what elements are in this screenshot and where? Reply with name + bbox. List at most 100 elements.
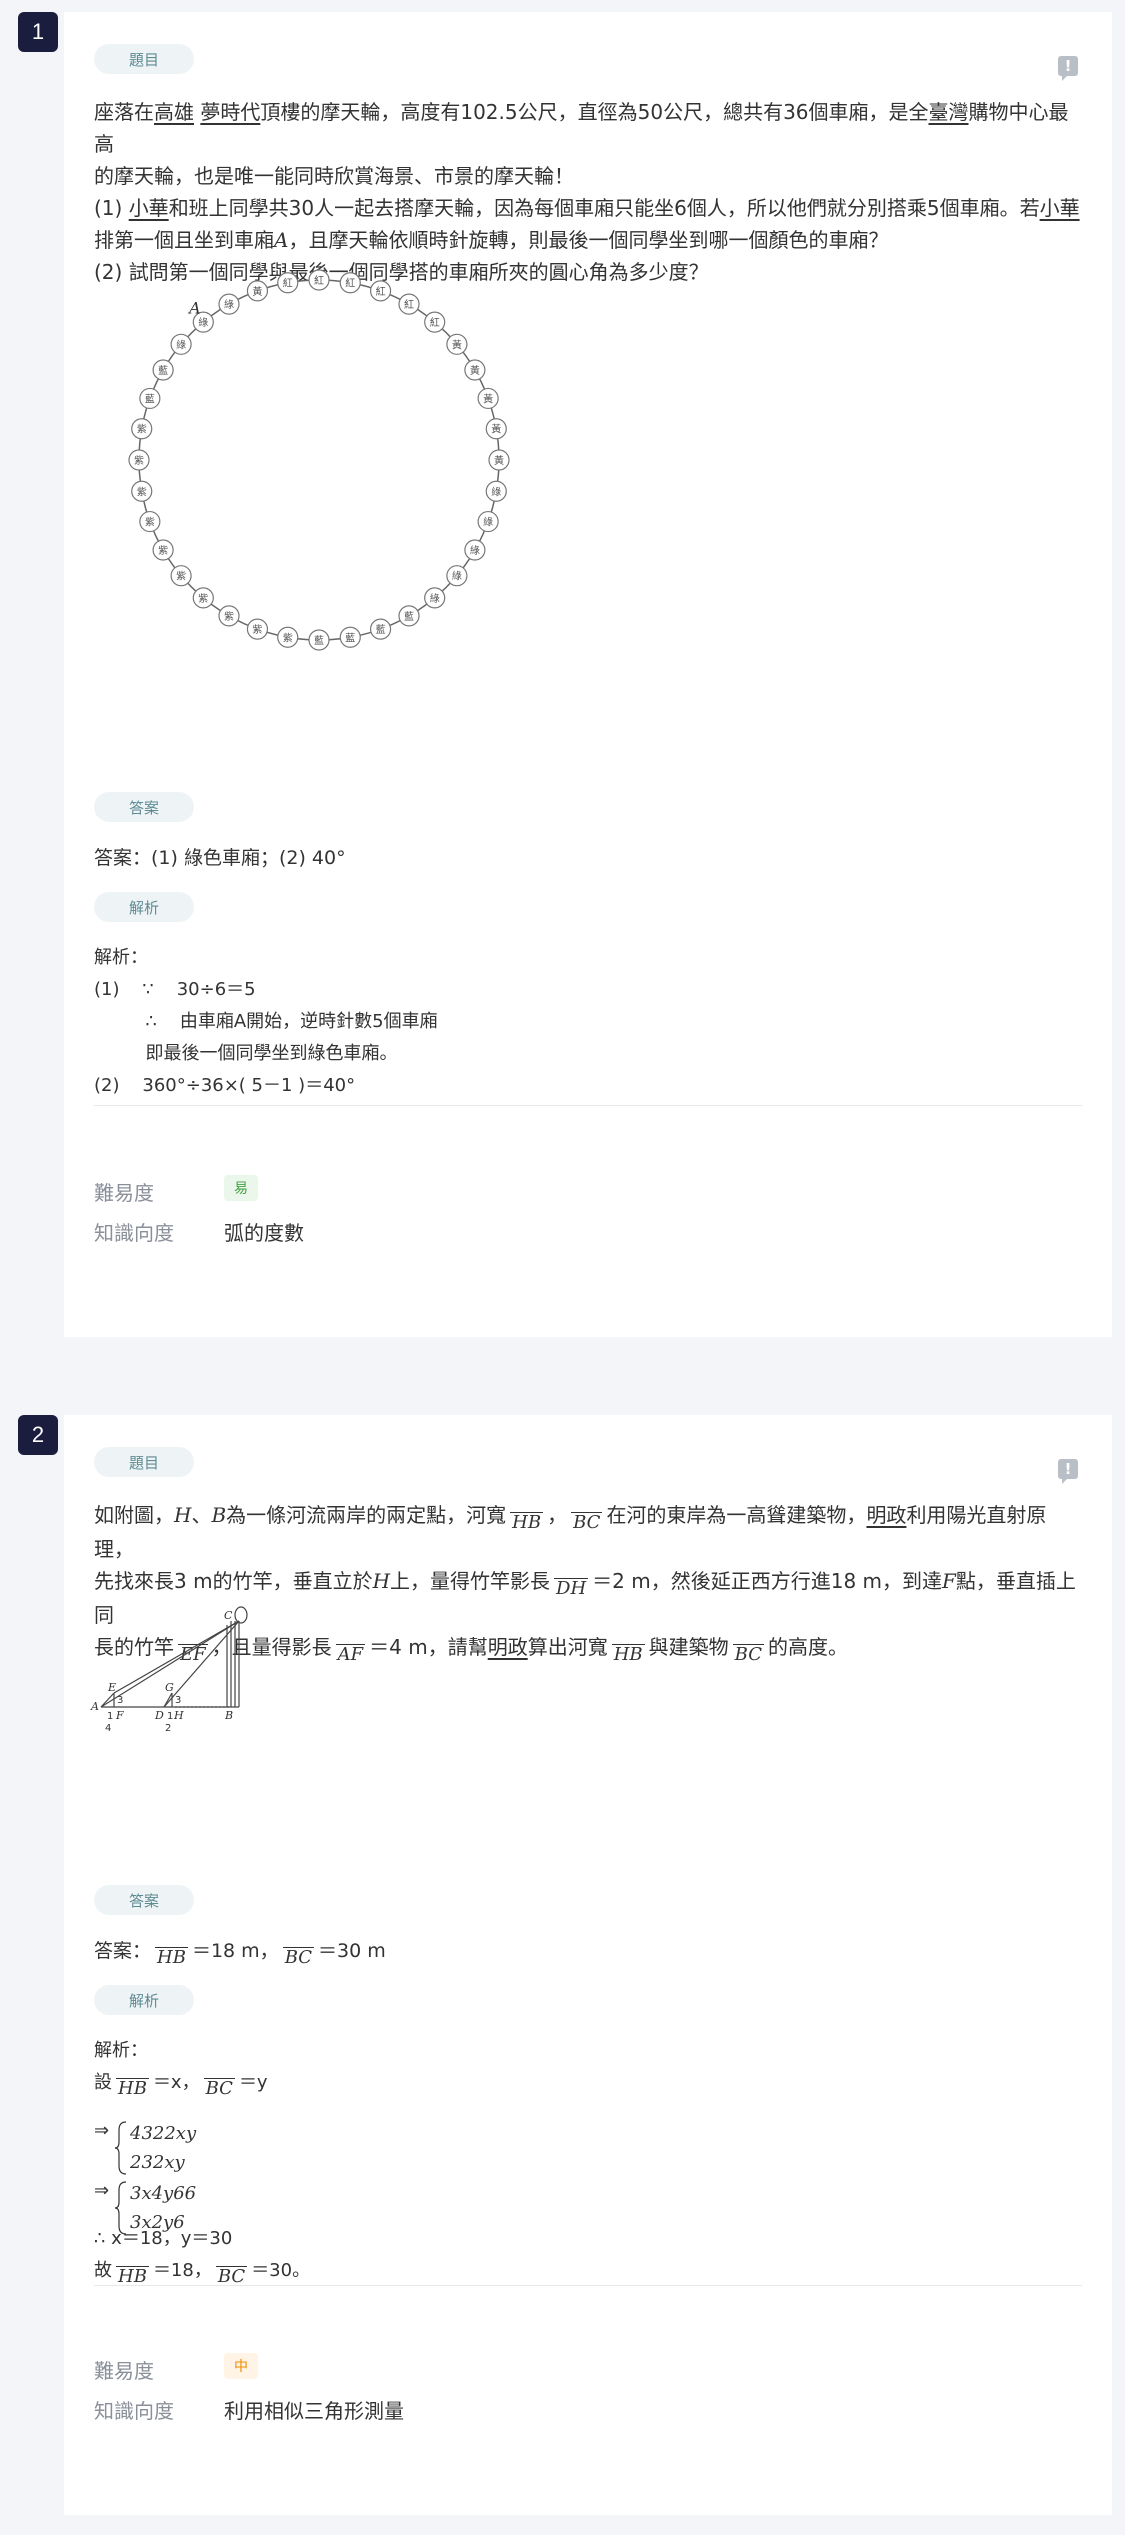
- point-e-label: E: [107, 1681, 116, 1694]
- cabin-color-label: 紅: [283, 278, 293, 290]
- knowledge-label: 知識向度: [94, 1221, 174, 1245]
- length-1-label: 1: [107, 1711, 113, 1722]
- ferris-cabin: 紫: [277, 626, 299, 648]
- cabin-color-label: 紫: [145, 517, 155, 529]
- ferris-cabin: 藍: [398, 605, 420, 627]
- cabin-color-label: 紫: [158, 545, 168, 557]
- ferris-cabin: 綠: [477, 510, 499, 533]
- report-icon[interactable]: !: [1058, 56, 1078, 81]
- question-tag: 題目: [94, 1447, 194, 1477]
- ferris-cabin: 紫: [131, 480, 153, 502]
- point-g-label: G: [165, 1681, 174, 1694]
- ferris-cabin: 黃: [446, 333, 468, 355]
- cabin-color-label: 藍: [404, 610, 414, 623]
- difficulty-label: 難易度: [94, 1181, 154, 1205]
- cabin-color-label: 綠: [224, 299, 234, 311]
- cabin-color-label: 紫: [224, 611, 234, 623]
- ferris-cabin: 綠: [464, 539, 486, 561]
- cabin-color-label: 黃: [494, 454, 504, 467]
- point-b-label: B: [224, 1709, 233, 1722]
- ferris-cabin: 藍: [339, 626, 361, 648]
- ferris-cabin: 綠: [218, 293, 240, 315]
- knowledge-label: 知識向度: [94, 2399, 174, 2423]
- length-3-label: 3: [175, 1695, 181, 1706]
- difficulty-badge: 易: [224, 1175, 258, 1201]
- cabin-color-label: 黃: [252, 285, 262, 298]
- cabin-color-label: 紫: [283, 632, 293, 644]
- point-a-label: A: [90, 1700, 99, 1713]
- ferris-cabin: 藍: [308, 629, 330, 651]
- cabin-color-label: 紅: [314, 275, 324, 287]
- ferris-cabin: 紫: [139, 510, 161, 533]
- ferris-cabin: 黃: [464, 359, 486, 381]
- cabin-color-label: 紫: [137, 424, 147, 436]
- cabin-color-label: 紅: [376, 286, 386, 298]
- analysis-content: 解析： 設 HB ＝x， BC ＝y: [94, 2040, 268, 2099]
- divider: [94, 1105, 1082, 1106]
- cabin-color-label: 綠: [491, 486, 501, 498]
- difficulty-badge: 中: [224, 2353, 258, 2379]
- cabin-color-label: 紫: [252, 624, 262, 636]
- cabin-color-label: 綠: [176, 339, 186, 351]
- ferris-cabin: 紅: [424, 311, 446, 333]
- question-card: 題目 ! 如附圖，H、B為一條河流兩岸的兩定點，河寬 HB， BC 在河的東岸為一高聳…: [64, 1415, 1112, 2515]
- ferris-cabin: 黃: [246, 280, 269, 302]
- ferris-cabin: 紫: [128, 449, 150, 471]
- point-h-label: H: [173, 1709, 184, 1722]
- result-text: ∴ x＝18，y＝30: [94, 2228, 233, 2249]
- cabin-color-label: 紫: [137, 486, 147, 498]
- length-4-label: 4: [105, 1723, 111, 1734]
- ferris-cabin: 紫: [192, 587, 214, 609]
- cabin-color-label: 藍: [145, 392, 155, 405]
- cabin-color-label: 綠: [470, 545, 480, 557]
- ferris-cabin: 黃: [477, 387, 499, 410]
- cabin-color-label: 紫: [134, 455, 144, 467]
- ferris-cabin: 綠: [485, 480, 507, 502]
- answer-text: 答案：(1) 綠色車廂；(2) 40°: [94, 847, 346, 869]
- brace-icon: [114, 2121, 127, 2175]
- cabin-a-label: A: [187, 298, 201, 317]
- point-d-label: D: [154, 1709, 164, 1722]
- ferris-cabin: 紅: [277, 272, 299, 294]
- ferris-cabin: 藍: [369, 618, 392, 640]
- cabin-color-label: 綠: [430, 593, 440, 605]
- ferris-cabin: 紅: [339, 272, 361, 294]
- answer-tag: 答案: [94, 792, 194, 822]
- point-f-label: F: [115, 1709, 124, 1722]
- ferris-cabin: 藍: [152, 359, 174, 381]
- conclusion-text: 故 HB ＝18， BC ＝30。: [94, 2260, 311, 2287]
- question-number-badge: 2: [18, 1415, 58, 1455]
- cabin-color-label: 紅: [345, 278, 355, 290]
- difficulty-label: 難易度: [94, 2359, 154, 2383]
- equation: 4322xy: [130, 2123, 197, 2144]
- ferris-cabin: 紫: [246, 618, 269, 640]
- cabin-color-label: 黃: [483, 392, 493, 405]
- ferris-cabin: 紅: [398, 293, 420, 315]
- cabin-color-label: 藍: [376, 623, 386, 636]
- cabin-color-label: 紅: [430, 317, 440, 329]
- question-tag: 題目: [94, 44, 194, 74]
- cabin-color-label: 紫: [198, 593, 208, 605]
- answer-text: 答案： HB ＝18 m， BC ＝30 m: [94, 1940, 386, 1968]
- ferris-cabin: 綠: [170, 333, 192, 355]
- cabin-color-label: 藍: [158, 364, 168, 377]
- ferris-cabin: 藍: [139, 387, 161, 410]
- ferris-cabin: 紫: [131, 418, 153, 440]
- ferris-cabin: 綠: [446, 565, 468, 587]
- cabin-color-label: 藍: [345, 631, 355, 644]
- length-2-label: 2: [165, 1723, 171, 1734]
- ferris-cabin: 黃: [488, 449, 510, 471]
- ferris-cabin: 黃: [485, 418, 507, 440]
- question-card: 題目 ! 座落在高雄 夢時代頂樓的摩天輪，高度有102.5公尺，直徑為50公尺，…: [64, 12, 1112, 1337]
- ferris-cabin: 紅: [308, 269, 330, 291]
- cabin-color-label: 黃: [470, 364, 480, 377]
- ferris-wheel-diagram: 紅紅紅紅紅黃黃黃黃黃綠綠綠綠綠藍藍藍藍紫紫紫紫紫紫紫紫紫紫藍藍綠綠綠黃紅 A: [128, 269, 510, 651]
- ferris-cabin: 紅: [369, 280, 392, 302]
- point-c-label: C: [224, 1609, 233, 1622]
- cabin-color-label: 綠: [452, 571, 462, 583]
- cabin-color-label: 藍: [314, 634, 324, 647]
- ferris-cabin: 綠: [424, 587, 446, 609]
- cabin-color-label: 紫: [176, 571, 186, 583]
- length-1-label: 1: [167, 1711, 173, 1722]
- report-icon[interactable]: !: [1058, 1459, 1078, 1484]
